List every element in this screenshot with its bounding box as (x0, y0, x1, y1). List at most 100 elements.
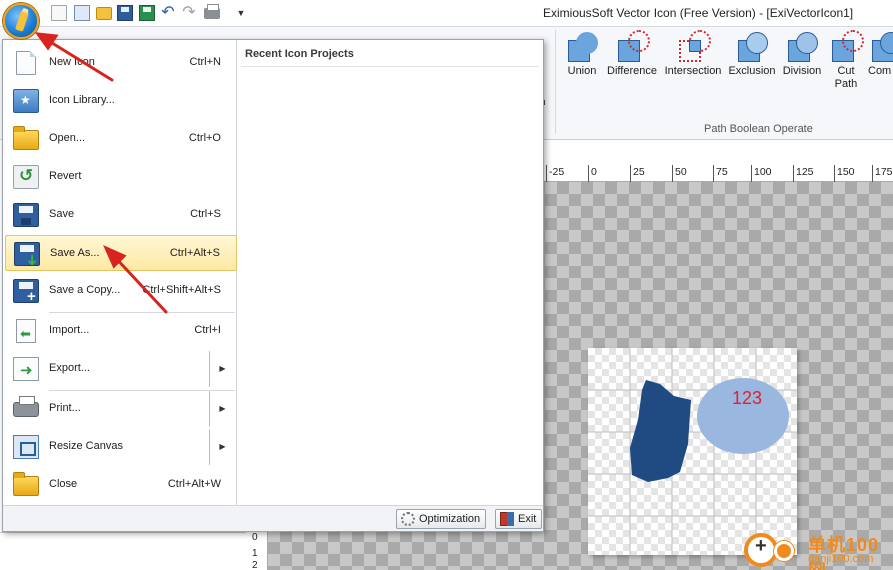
ruler-tick: 0 (588, 165, 597, 182)
application-menu-footer: Optimization Exit (3, 505, 543, 531)
menu-item-label: Import... (49, 324, 90, 336)
menu-item-save-a-copy[interactable]: Save a Copy... Ctrl+Shift+Alt+S (5, 273, 237, 309)
application-menu: New Icon Ctrl+N Icon Library... Open... … (2, 39, 544, 532)
redo-icon[interactable]: ↷ (181, 5, 197, 21)
menu-item-shortcut: Ctrl+Alt+W (167, 478, 221, 490)
resize-canvas-icon (13, 435, 39, 459)
export-icon (13, 357, 39, 381)
artboard-text[interactable]: 123 (732, 388, 762, 408)
difference-button[interactable]: Difference (602, 30, 662, 78)
open-folder-icon[interactable] (96, 7, 112, 20)
optimization-button[interactable]: Optimization (396, 509, 487, 529)
printer-icon[interactable] (204, 4, 220, 19)
ruler-tick: 150 (834, 165, 855, 182)
division-label: Division (782, 65, 822, 77)
menu-item-shortcut: Ctrl+N (189, 56, 221, 68)
ruler-tick: 2 (252, 560, 258, 570)
save-icon[interactable] (117, 5, 133, 21)
combine-button[interactable]: Com (868, 30, 893, 78)
path-boolean-group: Union Difference Intersection Exclusion … (556, 28, 893, 140)
watermark-dot-icon (774, 541, 794, 561)
menu-item-close[interactable]: Close Ctrl+Alt+W (5, 467, 237, 503)
intersection-button[interactable]: Intersection (660, 30, 726, 78)
new-document-icon[interactable] (51, 5, 67, 21)
menu-item-label: Open... (49, 132, 86, 144)
icon-library-icon (13, 89, 39, 113)
cut-path-icon (830, 30, 864, 62)
ruler-tick: 0 (252, 532, 258, 543)
print-icon (13, 396, 39, 417)
cut-path-label-line1: Cut (837, 65, 855, 77)
intersection-icon (677, 30, 711, 62)
menu-item-label: Save a Copy... (49, 284, 121, 296)
menu-item-shortcut: Ctrl+S (190, 208, 221, 220)
menu-item-label: Close (49, 478, 78, 490)
artboard-shapes: 123 (588, 348, 797, 555)
left-panel-strip (0, 532, 246, 570)
menu-item-shortcut: Ctrl+Alt+S (169, 247, 220, 259)
ruler-tick: 75 (713, 165, 728, 182)
ruler-tick: -25 (546, 165, 564, 182)
exit-label: Exit (518, 513, 537, 525)
revert-icon (13, 165, 39, 189)
menu-item-open[interactable]: Open... Ctrl+O (5, 121, 237, 157)
menu-item-export[interactable]: Export... ▶ (5, 351, 237, 387)
close-folder-icon (13, 472, 39, 496)
watermark: 单机100网 danji100.com (744, 529, 893, 570)
menu-item-icon-library[interactable]: Icon Library... (5, 83, 237, 119)
submenu-arrow-icon[interactable]: ▶ (209, 351, 235, 387)
open-folder-icon (13, 126, 39, 150)
submenu-arrow-icon[interactable]: ▶ (209, 391, 235, 427)
app-logo-icon (15, 10, 29, 32)
recent-projects-panel: Recent Icon Projects (237, 40, 543, 505)
menu-item-shortcut: Ctrl+I (194, 324, 221, 336)
caret-down-icon[interactable]: ▼ (233, 5, 249, 21)
menu-item-save-as[interactable]: Save As... Ctrl+Alt+S (5, 235, 237, 271)
menu-item-label: Export... (49, 362, 90, 374)
save-as-icon[interactable] (139, 5, 155, 21)
menu-item-import[interactable]: Import... Ctrl+I (5, 313, 237, 349)
menu-item-resize-canvas[interactable]: Resize Canvas ▶ (5, 429, 237, 465)
dark-blue-path-shape[interactable] (630, 380, 691, 482)
exclusion-button[interactable]: Exclusion (726, 30, 778, 78)
union-button[interactable]: Union (562, 30, 602, 78)
exit-button[interactable]: Exit (495, 509, 543, 529)
icon-library-icon[interactable] (74, 5, 90, 21)
exit-door-icon (500, 512, 514, 526)
save-icon (13, 203, 39, 227)
ruler-tick: 100 (751, 165, 772, 182)
save-as-icon (14, 242, 40, 266)
cut-path-label-line2: Path (834, 78, 858, 90)
menu-item-revert[interactable]: Revert (5, 159, 237, 195)
division-icon (786, 30, 818, 62)
cut-path-button[interactable]: Cut Path (828, 30, 864, 91)
menu-item-label: Icon Library... (49, 94, 115, 106)
combine-label: Com (868, 65, 892, 77)
menu-item-save[interactable]: Save Ctrl+S (5, 197, 237, 233)
submenu-arrow-icon[interactable]: ▶ (209, 429, 235, 465)
difference-icon (616, 30, 650, 62)
ruler-tick: 175 (872, 165, 893, 182)
menu-item-shortcut: Ctrl+Shift+Alt+S (142, 284, 221, 296)
union-icon (566, 30, 598, 62)
division-button[interactable]: Division (778, 30, 826, 78)
menu-item-label: Print... (49, 402, 81, 414)
watermark-url: danji100.com (808, 553, 874, 565)
ruler-tick: 1 (252, 548, 258, 559)
ruler-tick: 50 (672, 165, 687, 182)
window-title: EximiousSoft Vector Icon (Free Version) … (543, 6, 854, 20)
undo-icon[interactable]: ↶ (160, 5, 176, 21)
menu-item-label: New Icon (49, 56, 95, 68)
icon-artboard[interactable]: 123 (588, 348, 797, 555)
menu-item-print[interactable]: Print... ▶ (5, 391, 237, 427)
menu-item-label: Save As... (50, 247, 100, 259)
difference-label: Difference (607, 65, 657, 77)
menu-item-label: Resize Canvas (49, 440, 123, 452)
application-menu-button[interactable] (3, 3, 39, 39)
menu-item-new-icon[interactable]: New Icon Ctrl+N (5, 45, 237, 81)
horizontal-ruler: -25 0 25 50 75 100 125 150 175 (544, 165, 893, 182)
recent-projects-divider (241, 66, 539, 67)
gear-icon (401, 512, 415, 526)
import-icon (16, 319, 36, 343)
new-document-icon (16, 51, 36, 75)
